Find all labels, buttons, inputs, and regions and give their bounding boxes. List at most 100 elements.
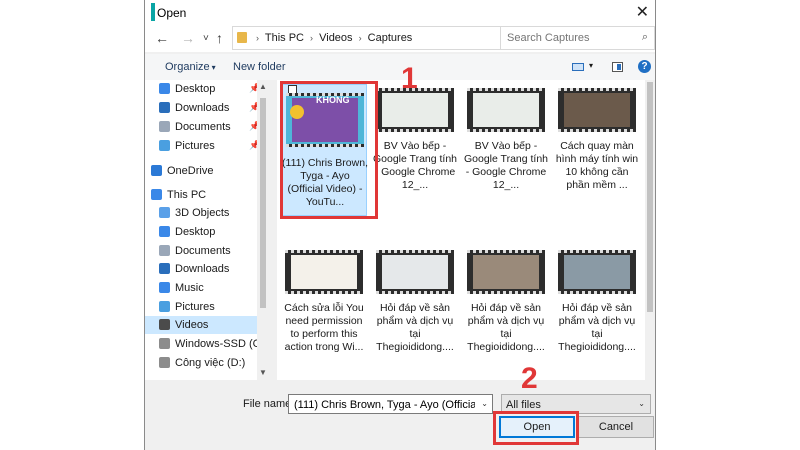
film-strip bbox=[558, 88, 636, 91]
close-icon[interactable]: ✕ bbox=[636, 2, 649, 22]
file-item[interactable]: Cách quay màn hình máy tính win 10 không… bbox=[554, 84, 640, 216]
sidebar-item-label: Music bbox=[175, 282, 204, 294]
title-bar: Open ✕ bbox=[145, 0, 655, 26]
cancel-button[interactable]: Cancel bbox=[578, 416, 654, 438]
breadcrumb-this-pc[interactable]: This PC bbox=[265, 32, 304, 44]
sidebar-item-label: Desktop bbox=[175, 226, 216, 238]
breadcrumb: › This PC › Videos › Captures bbox=[253, 32, 412, 44]
navigation-scrollbar[interactable]: ▲ ▼ bbox=[257, 80, 269, 380]
file-type-value: All files bbox=[506, 399, 541, 411]
drive-icon bbox=[159, 357, 170, 368]
file-name: BV Vào bếp - Google Trang tính - Google … bbox=[372, 140, 458, 191]
breadcrumb-captures[interactable]: Captures bbox=[368, 32, 413, 44]
sidebar-item-onedrive[interactable]: OneDrive bbox=[145, 162, 257, 180]
sidebar-item-pictures[interactable]: Pictures 📌 bbox=[145, 137, 260, 155]
open-file-dialog: Open ✕ ← → ˅ ↑ › This PC › Videos › Capt… bbox=[144, 0, 656, 450]
film-strip bbox=[467, 129, 545, 132]
sidebar-item-downloads[interactable]: Downloads 📌 bbox=[145, 99, 260, 117]
file-name-field[interactable]: ⌄ bbox=[288, 394, 493, 414]
file-item[interactable]: BV Vào bếp - Google Trang tính - Google … bbox=[463, 84, 549, 216]
sidebar-item-this-pc[interactable]: This PC bbox=[145, 186, 257, 204]
scrollbar-thumb[interactable] bbox=[260, 98, 266, 308]
documents-icon bbox=[159, 121, 170, 132]
chevron-down-icon[interactable]: ▾ bbox=[589, 61, 593, 70]
forward-arrow-icon[interactable]: → bbox=[181, 30, 195, 46]
highlight-box-step-2 bbox=[493, 411, 579, 445]
video-thumbnail bbox=[467, 250, 545, 294]
sidebar-item-desktop[interactable]: Desktop bbox=[145, 223, 257, 241]
command-toolbar: Organize ▾ New folder ▾ ? bbox=[145, 54, 655, 80]
sidebar-item-label: Downloads bbox=[175, 263, 230, 275]
sidebar-item-label: Công việc (D:) bbox=[175, 357, 246, 369]
sidebar-item-label: This PC bbox=[167, 189, 207, 201]
help-icon[interactable]: ? bbox=[638, 60, 651, 73]
film-strip bbox=[467, 291, 545, 294]
sidebar-item-downloads[interactable]: Downloads bbox=[145, 260, 257, 278]
file-item[interactable]: Cách sửa lỗi You need permission to perf… bbox=[281, 246, 367, 378]
navigation-pane: Desktop 📌 Downloads 📌 Documents 📌 Pictures 📌 One… bbox=[145, 80, 269, 380]
downloads-icon bbox=[159, 102, 170, 113]
file-item[interactable]: Hỏi đáp về sản phẩm và dịch vụ tại Thegi… bbox=[463, 246, 549, 378]
scroll-up-icon[interactable]: ▲ bbox=[259, 82, 267, 91]
film-strip bbox=[285, 291, 363, 294]
sidebar-item-desktop[interactable]: Desktop 📌 bbox=[145, 80, 260, 98]
view-options-icon[interactable] bbox=[572, 63, 584, 71]
film-strip bbox=[376, 291, 454, 294]
back-arrow-icon[interactable]: ← bbox=[155, 30, 169, 46]
chevron-down-icon[interactable]: ⌄ bbox=[481, 399, 488, 408]
search-input[interactable] bbox=[505, 30, 635, 46]
sidebar-item-label: Downloads bbox=[175, 102, 230, 114]
organize-label: Organize bbox=[165, 61, 210, 73]
file-name: Cách quay màn hình máy tính win 10 không… bbox=[555, 140, 639, 191]
video-thumbnail bbox=[558, 88, 636, 132]
video-thumbnail bbox=[285, 250, 363, 294]
breadcrumb-separator: › bbox=[256, 33, 259, 43]
file-item[interactable]: BV Vào bếp - Google Trang tính - Google … bbox=[372, 84, 458, 216]
desktop-icon bbox=[159, 226, 170, 237]
sidebar-item-music[interactable]: Music bbox=[145, 279, 257, 297]
file-list-scrollbar[interactable] bbox=[645, 80, 655, 380]
scroll-down-icon[interactable]: ▼ bbox=[259, 368, 267, 377]
sidebar-item-label: Pictures bbox=[175, 301, 215, 313]
thumbnail-preview bbox=[564, 93, 630, 127]
folder-icon bbox=[237, 32, 247, 43]
file-item[interactable]: Hỏi đáp về sản phẩm và dịch vụ tại Thegi… bbox=[554, 246, 640, 378]
dialog-title: Open bbox=[157, 6, 187, 20]
step-2-number: 2 bbox=[521, 362, 538, 395]
navigation-bar: ← → ˅ ↑ › This PC › Videos › Captures ▾ … bbox=[145, 26, 655, 52]
sidebar-item-label: OneDrive bbox=[167, 165, 214, 177]
file-name: Hỏi đáp về sản phẩm và dịch vụ tại Thegi… bbox=[376, 302, 454, 353]
file-name: Hỏi đáp về sản phẩm và dịch vụ tại Thegi… bbox=[467, 302, 545, 353]
file-name-input[interactable] bbox=[292, 397, 477, 412]
thumbnail-preview bbox=[291, 255, 357, 289]
this-pc-icon bbox=[151, 189, 162, 200]
sidebar-item-label: Pictures bbox=[175, 140, 215, 152]
preview-pane-icon[interactable] bbox=[612, 62, 623, 72]
up-arrow-icon[interactable]: ↑ bbox=[216, 30, 223, 46]
sidebar-item-label: Documents bbox=[175, 121, 231, 133]
sidebar-item-label: Windows-SSD (C bbox=[175, 338, 261, 350]
sidebar-item-pictures[interactable]: Pictures bbox=[145, 298, 257, 316]
organize-menu[interactable]: Organize ▾ bbox=[165, 61, 216, 73]
file-item[interactable]: Hỏi đáp về sản phẩm và dịch vụ tại Thegi… bbox=[372, 246, 458, 378]
search-box[interactable]: ⌕ bbox=[500, 26, 655, 50]
film-strip bbox=[558, 129, 636, 132]
thumbnail-preview bbox=[564, 255, 630, 289]
scrollbar-thumb[interactable] bbox=[647, 82, 653, 312]
thumbnail-preview bbox=[473, 255, 539, 289]
search-icon: ⌕ bbox=[641, 31, 648, 43]
sidebar-item-3d-objects[interactable]: 3D Objects bbox=[145, 204, 257, 222]
video-thumbnail bbox=[467, 88, 545, 132]
sidebar-item-c-ng-vi-c-d[interactable]: Công việc (D:) bbox=[145, 354, 257, 372]
highlight-box-step-1 bbox=[280, 81, 378, 219]
file-name: BV Vào bếp - Google Trang tính - Google … bbox=[463, 140, 549, 191]
recent-locations-icon[interactable]: ˅ bbox=[203, 33, 209, 44]
step-1-number: 1 bbox=[401, 62, 418, 95]
sidebar-item-documents[interactable]: Documents bbox=[145, 242, 257, 260]
sidebar-item-documents[interactable]: Documents 📌 bbox=[145, 118, 260, 136]
thumbnail-preview bbox=[382, 93, 448, 127]
new-folder-button[interactable]: New folder bbox=[233, 61, 286, 73]
sidebar-item-windows-ssd-c[interactable]: Windows-SSD (C bbox=[145, 335, 261, 353]
breadcrumb-videos[interactable]: Videos bbox=[319, 32, 352, 44]
sidebar-item-videos[interactable]: Videos bbox=[145, 316, 257, 334]
